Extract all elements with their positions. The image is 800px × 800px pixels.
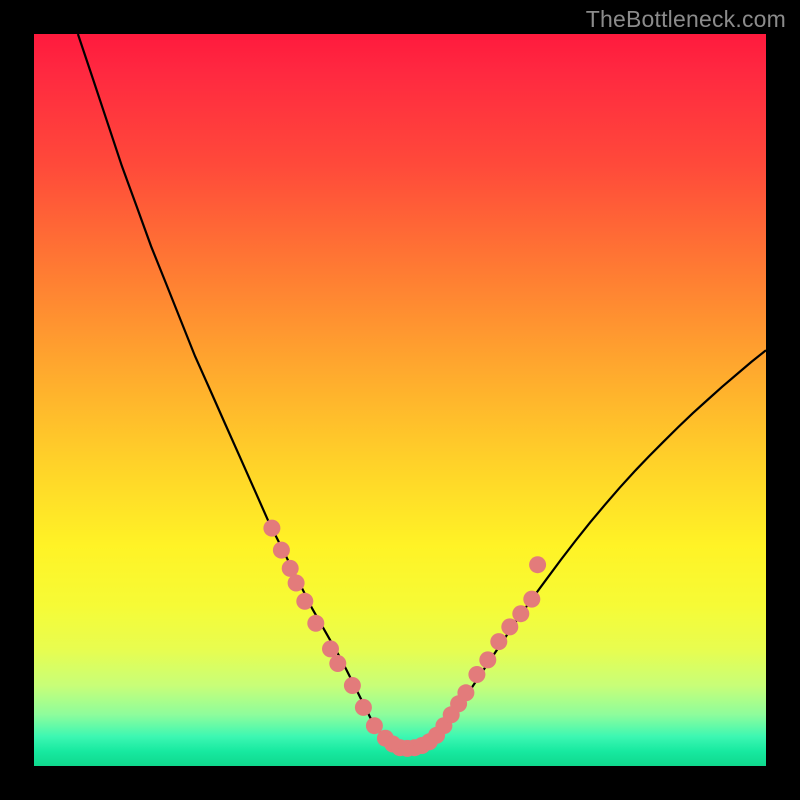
data-marker [512, 605, 529, 622]
data-marker [329, 655, 346, 672]
plot-area [34, 34, 766, 766]
bottleneck-curve [78, 34, 766, 749]
curve-layer [34, 34, 766, 766]
data-marker [344, 677, 361, 694]
data-marker [263, 520, 280, 537]
data-marker [501, 618, 518, 635]
data-marker [523, 591, 540, 608]
chart-frame: TheBottleneck.com [0, 0, 800, 800]
data-marker [307, 615, 324, 632]
data-marker [296, 593, 313, 610]
watermark-text: TheBottleneck.com [586, 6, 786, 33]
data-marker [288, 575, 305, 592]
data-marker [322, 640, 339, 657]
data-marker [479, 651, 496, 668]
data-marker [457, 684, 474, 701]
data-marker [490, 633, 507, 650]
data-marker [273, 542, 290, 559]
data-marker [529, 556, 546, 573]
data-marker [468, 666, 485, 683]
data-markers [263, 520, 546, 757]
data-marker [282, 560, 299, 577]
data-marker [355, 699, 372, 716]
